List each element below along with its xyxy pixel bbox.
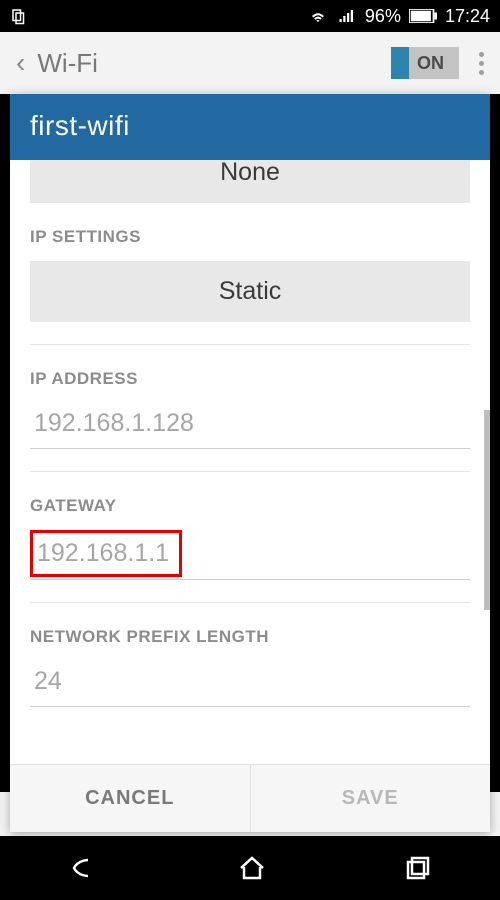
back-nav-icon[interactable]	[68, 854, 100, 882]
recent-nav-icon[interactable]	[404, 854, 432, 882]
battery-percent: 96%	[365, 6, 401, 27]
navigation-bar	[0, 836, 500, 900]
dialog-title: first-wifi	[10, 94, 490, 160]
overflow-menu-icon[interactable]	[479, 52, 484, 75]
ip-settings-spinner[interactable]: Static	[30, 261, 470, 322]
dialog-body[interactable]: None IP SETTINGS Static IP ADDRESS 192.1…	[10, 160, 490, 764]
notification-icon	[10, 7, 28, 25]
back-icon[interactable]: ‹	[16, 47, 25, 79]
home-nav-icon[interactable]	[237, 854, 267, 882]
cancel-button[interactable]: CANCEL	[10, 765, 250, 832]
page-title: Wi-Fi	[37, 48, 391, 79]
screen-root: 96% 17:24 ‹ Wi-Fi ON Secured with WPA2 f…	[0, 0, 500, 900]
gateway-highlight: 192.168.1.1	[30, 530, 182, 577]
wifi-settings-header: ‹ Wi-Fi ON	[0, 32, 500, 94]
network-config-dialog: first-wifi None IP SETTINGS Static IP AD…	[10, 94, 490, 832]
prefix-length-label: NETWORK PREFIX LENGTH	[30, 627, 470, 647]
wifi-toggle-label: ON	[417, 53, 444, 74]
save-button[interactable]: SAVE	[250, 765, 491, 832]
signal-icon	[337, 7, 357, 25]
scrollbar[interactable]	[484, 410, 490, 610]
prefix-length-input[interactable]: 24	[30, 661, 470, 707]
wifi-toggle[interactable]: ON	[391, 47, 459, 79]
wifi-icon	[307, 7, 329, 25]
gateway-label: GATEWAY	[30, 496, 470, 516]
status-bar: 96% 17:24	[0, 0, 500, 32]
ip-settings-label: IP SETTINGS	[30, 227, 470, 247]
ip-address-label: IP ADDRESS	[30, 369, 470, 389]
dialog-actions: CANCEL SAVE	[10, 764, 490, 832]
gateway-input[interactable]: 192.168.1.1	[33, 533, 173, 574]
battery-icon	[409, 9, 437, 23]
proxy-spinner[interactable]: None	[30, 160, 470, 203]
ip-address-input[interactable]: 192.168.1.128	[30, 403, 470, 449]
clock: 17:24	[445, 6, 490, 27]
